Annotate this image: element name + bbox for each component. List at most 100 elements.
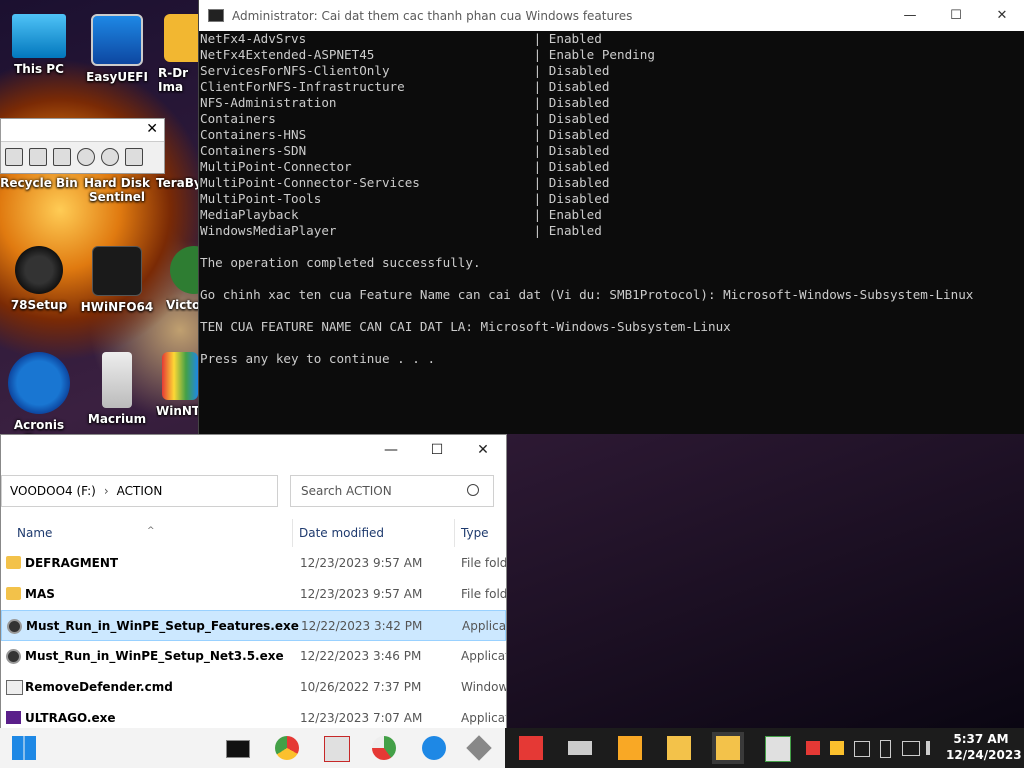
chrome-taskbar-icon[interactable] bbox=[275, 736, 299, 760]
column-header-name[interactable]: Name bbox=[17, 526, 52, 540]
file-date-modified: 12/23/2023 7:07 AM bbox=[300, 711, 423, 725]
keyboard-taskbar-icon[interactable] bbox=[568, 741, 592, 755]
console-line: MultiPoint-Tools | Disabled bbox=[200, 191, 610, 206]
sort-ascending-icon: ^ bbox=[147, 526, 155, 536]
cmd-file-icon bbox=[6, 680, 23, 695]
taskbar-clock[interactable]: 5:37 AM 12/24/2023 bbox=[946, 731, 1022, 763]
breadcrumb-folder[interactable]: ACTION bbox=[117, 484, 163, 498]
console-line: TEN CUA FEATURE NAME CAN CAI DAT LA: Mic… bbox=[200, 319, 731, 334]
desktop-icon-victoria[interactable]: Victo bbox=[166, 246, 198, 312]
address-bar[interactable]: VOODOO4 (F:) › ACTION bbox=[1, 475, 278, 507]
breadcrumb-drive[interactable]: VOODOO4 (F:) bbox=[10, 484, 96, 498]
desktop-icon-easyuefi[interactable]: EasyUEFI bbox=[78, 14, 156, 84]
console-line: NetFx4-AdvSrvs | Enabled bbox=[200, 31, 602, 46]
file-row[interactable]: Must_Run_in_WinPE_Setup_Net3.5.exe 12/22/… bbox=[1, 641, 506, 672]
console-line: Containers-HNS | Disabled bbox=[200, 127, 610, 142]
desktop-icon-78setup[interactable]: 78Setup bbox=[0, 246, 78, 312]
desktop-icon-winntsetup[interactable]: WinNT bbox=[156, 352, 198, 418]
console-line: Containers-SDN | Disabled bbox=[200, 143, 610, 158]
console-output[interactable]: NetFx4-AdvSrvs | Enabled NetFx4Extended-A… bbox=[199, 31, 1024, 367]
desktop-icon-terabyte[interactable]: TeraBy bbox=[156, 176, 198, 190]
file-explorer-active-taskbar-icon[interactable] bbox=[712, 732, 744, 764]
network-tray-icon[interactable] bbox=[902, 741, 920, 756]
partition-tool-taskbar-icon[interactable] bbox=[324, 736, 350, 762]
minimize-button[interactable]: — bbox=[887, 0, 933, 31]
column-header-type[interactable]: Type bbox=[461, 526, 489, 540]
file-row[interactable]: RemoveDefender.cmd 10/26/2022 7:37 PM Wind… bbox=[1, 672, 506, 703]
console-line: Press any key to continue . . . bbox=[200, 351, 436, 366]
tray-window-icon[interactable] bbox=[854, 741, 870, 757]
file-name: ULTRAGO.exe bbox=[25, 711, 116, 725]
console-titlebar[interactable]: Administrator: Cai dat them cac thanh ph… bbox=[199, 0, 1024, 31]
console-window[interactable]: Administrator: Cai dat them cac thanh ph… bbox=[198, 0, 1024, 434]
tray-app-icon[interactable] bbox=[830, 741, 844, 755]
start-windows-icon[interactable] bbox=[12, 736, 36, 760]
file-date-modified: 12/23/2023 9:57 AM bbox=[300, 587, 423, 601]
desktop-icon-macrium[interactable]: Macrium bbox=[78, 352, 156, 426]
desktop-icon-r-drive-image[interactable]: R-Dr Ima bbox=[158, 14, 198, 94]
desktop-icon-label: Recycle Bin bbox=[0, 176, 78, 190]
file-name: RemoveDefender.cmd bbox=[25, 680, 173, 694]
tray-flag-icon[interactable] bbox=[806, 741, 820, 755]
desktop-icon-label: Hard Disk Sentinel bbox=[83, 176, 151, 204]
console-line: MultiPoint-Connector | Disabled bbox=[200, 159, 610, 174]
magic-hat-icon bbox=[15, 246, 63, 294]
desktop-icon-hard-disk-sentinel[interactable]: Hard Disk Sentinel bbox=[78, 176, 156, 204]
console-line: The operation completed successfully. bbox=[200, 255, 481, 270]
file-explorer-taskbar-icon[interactable] bbox=[667, 736, 691, 760]
toolbar-titlebar[interactable] bbox=[1, 119, 164, 142]
close-icon[interactable]: ✕ bbox=[146, 121, 158, 137]
file-row[interactable]: DEFRAGMENT 12/23/2023 9:57 AM File fold bbox=[1, 548, 506, 579]
desktop-icon-recycle-bin[interactable]: Recycle Bin bbox=[0, 176, 78, 190]
file-explorer-window[interactable]: — ☐ ✕ VOODOO4 (F:) › ACTION Search ACTIO… bbox=[0, 434, 507, 730]
search-icon[interactable] bbox=[467, 484, 479, 496]
file-row[interactable]: Must_Run_in_WinPE_Setup_Features.exe 12/2… bbox=[1, 610, 506, 641]
window-title: Administrator: Cai dat them cac thanh ph… bbox=[232, 8, 633, 23]
close-button[interactable]: ✕ bbox=[979, 0, 1024, 31]
pie-chart-taskbar-icon[interactable] bbox=[372, 736, 396, 760]
screenshot-icon[interactable] bbox=[5, 148, 23, 166]
tools-taskbar-icon[interactable] bbox=[618, 736, 642, 760]
palette-icon[interactable] bbox=[101, 148, 119, 166]
window-taskbar-icon[interactable] bbox=[765, 736, 791, 762]
easyuefi-icon bbox=[91, 14, 143, 66]
desktop-icon-this-pc[interactable]: This PC bbox=[0, 14, 78, 76]
file-row[interactable]: ULTRAGO.exe 12/23/2023 7:07 AM Applicat bbox=[1, 703, 506, 729]
floating-toolbar[interactable]: ✕ bbox=[0, 118, 165, 174]
search-input[interactable]: Search ACTION bbox=[290, 475, 494, 507]
clock-time: 5:37 AM bbox=[953, 732, 1009, 746]
file-row[interactable]: MAS 12/23/2023 9:57 AM File fold bbox=[1, 579, 506, 610]
file-name: DEFRAGMENT bbox=[25, 556, 119, 570]
anydesk-taskbar-icon[interactable] bbox=[519, 736, 543, 760]
console-line: ServicesForNFS-ClientOnly | Disabled bbox=[200, 63, 610, 78]
film-icon[interactable] bbox=[53, 148, 71, 166]
terminal-taskbar-icon[interactable] bbox=[226, 740, 250, 758]
gear-taskbar-icon[interactable] bbox=[422, 736, 446, 760]
close-button[interactable]: ✕ bbox=[460, 435, 506, 465]
file-date-modified: 12/22/2023 3:46 PM bbox=[300, 649, 422, 663]
file-type: File fold bbox=[461, 556, 507, 570]
desktop-icon-hwinfo64[interactable]: HWiNFO64 bbox=[78, 246, 156, 314]
column-header-date[interactable]: Date modified bbox=[299, 526, 384, 540]
desktop-icon-label: TeraBy bbox=[156, 176, 198, 190]
column-divider[interactable] bbox=[454, 519, 455, 547]
minimize-button[interactable]: — bbox=[368, 435, 414, 465]
pen-icon[interactable] bbox=[125, 148, 143, 166]
volume-tray-icon[interactable] bbox=[926, 741, 940, 755]
file-date-modified: 12/22/2023 3:42 PM bbox=[301, 619, 423, 633]
timer-icon[interactable] bbox=[77, 148, 95, 166]
windows-flag-icon bbox=[162, 352, 198, 400]
file-type: Applicat bbox=[462, 619, 507, 633]
maximize-button[interactable]: ☐ bbox=[933, 0, 979, 31]
maximize-button[interactable]: ☐ bbox=[414, 435, 460, 465]
column-divider[interactable] bbox=[292, 519, 293, 547]
desktop-icon-label: EasyUEFI bbox=[86, 70, 148, 84]
disk-tool-taskbar-icon[interactable] bbox=[466, 735, 492, 761]
console-line: ClientForNFS-Infrastructure | Disabled bbox=[200, 79, 610, 94]
file-type: Window bbox=[461, 680, 507, 694]
rectangle-icon[interactable] bbox=[29, 148, 47, 166]
file-date-modified: 10/26/2022 7:37 PM bbox=[300, 680, 422, 694]
desktop-icon-acronis[interactable]: Acronis True bbox=[0, 352, 78, 446]
usb-tray-icon[interactable] bbox=[880, 740, 891, 758]
console-line bbox=[199, 239, 1024, 255]
